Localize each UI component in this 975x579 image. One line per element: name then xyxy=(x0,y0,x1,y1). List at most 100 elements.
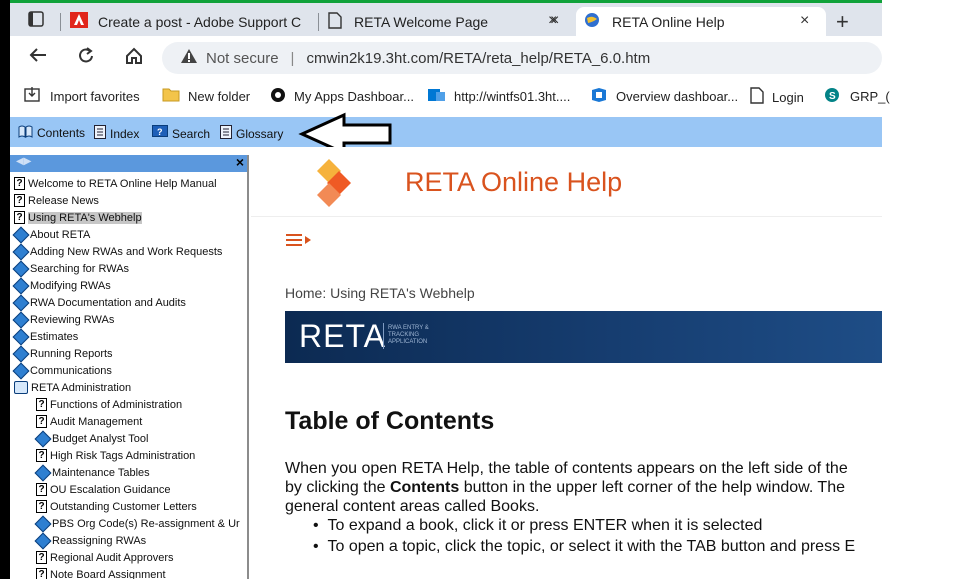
toc-item[interactable]: ? Note Board Assignment xyxy=(36,566,166,579)
import-icon xyxy=(24,87,42,106)
topic-icon: ? xyxy=(14,211,25,224)
url-divider: | xyxy=(290,49,295,67)
toc-item[interactable]: RETA Administration xyxy=(14,379,131,396)
toc-item[interactable]: Maintenance Tables xyxy=(36,464,150,481)
topic-icon: ? xyxy=(36,551,47,564)
toc-item-label: Release News xyxy=(28,194,99,207)
bookmark-label: Overview dashboar... xyxy=(616,89,739,104)
book-icon xyxy=(36,534,49,547)
bookmark-my-apps[interactable]: My Apps Dashboar... xyxy=(270,87,414,106)
toc-item[interactable]: ? Regional Audit Approvers xyxy=(36,549,174,566)
toc-item[interactable]: ? Functions of Administration xyxy=(36,396,182,413)
bookmark-label: My Apps Dashboar... xyxy=(294,89,414,104)
url-field[interactable]: Not secure | cmwin2k19.3ht.com/RETA/reta… xyxy=(162,42,882,74)
paragraph-line: general content areas called Books. xyxy=(285,497,882,516)
toc-item[interactable]: ? Outstanding Customer Letters xyxy=(36,498,197,515)
tab-title: Create a post - Adobe Support C xyxy=(98,13,302,30)
home-icon[interactable] xyxy=(124,46,144,72)
tab-close-icon[interactable]: × xyxy=(800,12,809,30)
toc-item[interactable]: ? Release News xyxy=(14,192,99,209)
toc-item-label: Outstanding Customer Letters xyxy=(50,500,197,513)
contents-label: Contents xyxy=(37,126,86,140)
toc-item[interactable]: ? High Risk Tags Administration xyxy=(36,447,195,464)
bookmark-overview[interactable]: Overview dashboar... xyxy=(590,87,738,106)
tab-adobe[interactable]: Create a post - Adobe Support C xyxy=(70,7,320,36)
toc-item[interactable]: Modifying RWAs xyxy=(14,277,111,294)
tab-separator xyxy=(60,13,61,31)
bookmark-label: http://wintfs01.3ht.... xyxy=(454,89,571,104)
bookmark-import-favorites[interactable]: Import favorites xyxy=(24,87,140,106)
toc-item[interactable]: About RETA xyxy=(14,226,90,243)
menu-toggle-icon[interactable] xyxy=(285,233,313,254)
refresh-icon[interactable] xyxy=(76,46,96,72)
toc-item[interactable]: Budget Analyst Tool xyxy=(36,430,148,447)
toc-pane: ◀▶ × ? Welcome to RETA Online Help Manual… xyxy=(10,155,249,579)
toc-item-label: Adding New RWAs and Work Requests xyxy=(30,245,223,258)
toc-item-label: Budget Analyst Tool xyxy=(52,432,149,445)
toc-item[interactable]: Running Reports xyxy=(14,345,113,362)
tab-separator xyxy=(318,13,319,31)
svg-text:?: ? xyxy=(157,127,163,137)
bookmarks-bar: Import favorites New folder My Apps Dash… xyxy=(10,80,890,110)
glossary-button[interactable]: Glossary xyxy=(220,125,283,142)
tab-reta-welcome[interactable]: RETA Welcome Page × xyxy=(328,7,576,36)
book-icon xyxy=(36,432,49,445)
toc-item[interactable]: Communications xyxy=(14,362,112,379)
search-button[interactable]: ? Search xyxy=(152,125,210,142)
toc-item[interactable]: ? OU Escalation Guidance xyxy=(36,481,170,498)
bookmark-login[interactable]: Login xyxy=(750,87,804,107)
contents-button[interactable]: Contents xyxy=(18,125,85,141)
topic-icon: ? xyxy=(14,194,25,207)
bookmark-wintfs[interactable]: http://wintfs01.3ht.... xyxy=(428,87,570,106)
toc-header: ◀▶ × xyxy=(10,155,247,172)
toc-item[interactable]: ? Welcome to RETA Online Help Manual xyxy=(14,175,217,192)
toc-item-label: About RETA xyxy=(30,228,91,241)
toc-item-label: Running Reports xyxy=(30,347,113,360)
banner-subtitle: RWA ENTRY & TRACKING APPLICATION xyxy=(388,325,429,345)
toc-item-label: Using RETA's Webhelp xyxy=(28,211,142,224)
breadcrumb: Home: Using RETA's Webhelp xyxy=(285,285,475,301)
toc-close-button[interactable]: × xyxy=(236,155,244,170)
toc-item[interactable]: Estimates xyxy=(14,328,78,345)
devops-icon xyxy=(428,87,446,106)
index-icon xyxy=(94,125,106,142)
adobe-icon xyxy=(70,12,88,31)
tab-actions-icon[interactable] xyxy=(28,11,44,32)
security-status: Not secure xyxy=(206,49,279,67)
search-help-icon: ? xyxy=(152,125,168,142)
warning-icon xyxy=(180,48,198,68)
toc-item[interactable]: Reviewing RWAs xyxy=(14,311,114,328)
bullet-item: • To expand a book, click it or press EN… xyxy=(313,517,763,534)
toc-item[interactable]: ? Using RETA's Webhelp xyxy=(14,209,142,226)
toc-item[interactable]: Searching for RWAs xyxy=(14,260,129,277)
glossary-label: Glossary xyxy=(236,126,284,141)
topic-icon: ? xyxy=(36,568,47,579)
book-icon xyxy=(36,517,49,530)
toc-item-label: Maintenance Tables xyxy=(52,466,150,479)
toc-item-label: High Risk Tags Administration xyxy=(50,449,196,462)
sharepoint-icon: S xyxy=(824,87,842,106)
left-black-strip xyxy=(0,0,10,579)
toc-item[interactable]: ? Audit Management xyxy=(36,413,142,430)
bookmark-label: GRP_( xyxy=(850,89,890,104)
sync-arrows-icon[interactable]: ◀▶ xyxy=(16,156,31,167)
toc-item-label: Modifying RWAs xyxy=(30,279,111,292)
bookmark-new-folder[interactable]: New folder xyxy=(162,87,250,105)
tab-reta-online-help[interactable]: RETA Online Help × xyxy=(576,7,826,36)
back-arrow-icon[interactable] xyxy=(28,46,48,70)
bookmark-grp[interactable]: S GRP_( xyxy=(824,87,890,106)
toc-item[interactable]: PBS Org Code(s) Re-assignment & Ur xyxy=(36,515,240,532)
book-icon xyxy=(14,245,27,258)
toc-item[interactable]: Reassigning RWAs xyxy=(36,532,146,549)
office-icon xyxy=(270,87,286,106)
topic-icon: ? xyxy=(36,415,47,428)
toc-item[interactable]: RWA Documentation and Audits xyxy=(14,294,186,311)
toc-item[interactable]: Adding New RWAs and Work Requests xyxy=(14,243,222,260)
toc-item-label: Audit Management xyxy=(50,415,143,428)
line-text: When you open RETA Help, the table of co… xyxy=(285,460,848,477)
bullet-item: • To open a topic, click the topic, or s… xyxy=(313,538,856,555)
new-tab-button[interactable]: + xyxy=(836,9,849,35)
index-button[interactable]: Index xyxy=(94,125,139,142)
section-heading: Table of Contents xyxy=(285,407,495,435)
tab-close-icon[interactable]: × xyxy=(548,12,557,30)
